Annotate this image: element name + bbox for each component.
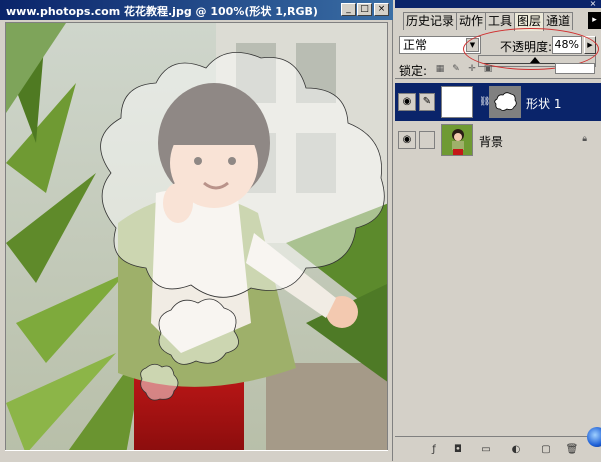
- brush-slot[interactable]: [419, 131, 435, 149]
- lock-move-icon[interactable]: ✛: [467, 64, 477, 74]
- tab-history[interactable]: 历史记录: [403, 12, 458, 30]
- lock-all-icon[interactable]: ▣: [483, 64, 493, 74]
- tab-tools[interactable]: 工具: [485, 12, 516, 30]
- add-mask-icon[interactable]: ◘: [451, 443, 465, 457]
- maximize-button[interactable]: □: [357, 3, 372, 16]
- eye-icon[interactable]: ◉: [398, 93, 416, 111]
- layer-thumbnail: [441, 86, 473, 118]
- adjustment-layer-icon[interactable]: ◐: [509, 443, 523, 457]
- lock-label: 锁定:: [399, 64, 428, 78]
- palette-tabs: 历史记录 动作 工具 图层 通道: [403, 12, 574, 31]
- layers-palette: × 历史记录 动作 工具 图层 通道 ▸ 正常 ▼ 不透明度: 48% ▶ 锁定…: [395, 0, 601, 462]
- new-layer-icon[interactable]: ▢: [539, 443, 553, 457]
- layer-row-shape[interactable]: ◉ ✎ ⛓ 形状 1: [395, 83, 601, 121]
- layer-thumbnail: [441, 124, 473, 156]
- eye-icon[interactable]: ◉: [398, 131, 416, 149]
- photo-thumbnail-icon: [442, 125, 472, 155]
- layer-row-background[interactable]: ◉ 背景 🔒︎: [395, 121, 601, 159]
- tab-channels[interactable]: 通道: [543, 12, 574, 30]
- photo-canvas: [6, 23, 387, 452]
- ground: [266, 363, 387, 452]
- document-titlebar[interactable]: www.photops.com 花花教程.jpg @ 100%(形状 1,RGB…: [0, 0, 393, 20]
- palette-titlebar[interactable]: ×: [395, 0, 601, 8]
- layer-name: 背景: [479, 135, 504, 149]
- palette-menu-arrow-icon[interactable]: ▸: [588, 12, 601, 29]
- cloud-mask-icon: [490, 87, 520, 117]
- layer-style-icon[interactable]: ƒ: [427, 443, 441, 457]
- lock-paint-icon[interactable]: ✎: [451, 64, 461, 74]
- lock-icon: 🔒︎: [582, 134, 587, 144]
- document-window: www.photops.com 花花教程.jpg @ 100%(形状 1,RGB…: [0, 0, 393, 462]
- trash-icon[interactable]: 🗑︎: [565, 443, 579, 457]
- minimize-button[interactable]: _: [341, 3, 356, 16]
- fill-field[interactable]: [555, 63, 595, 74]
- layers-footer: ƒ ◘ ▭ ◐ ▢ 🗑︎: [395, 427, 601, 462]
- blend-mode-value: 正常: [403, 38, 428, 52]
- horizontal-scrollbar[interactable]: [5, 450, 388, 462]
- tab-actions[interactable]: 动作: [456, 12, 487, 30]
- layers-list: ◉ ✎ ⛓ 形状 1 ◉ 背景 🔒︎: [395, 78, 601, 434]
- brush-icon[interactable]: ✎: [419, 93, 435, 111]
- layer-name: 形状 1: [526, 97, 562, 111]
- palette-close-icon[interactable]: ×: [588, 0, 598, 8]
- link-chain-icon[interactable]: ⛓: [479, 93, 490, 111]
- lock-transparency-icon[interactable]: ▦: [435, 64, 445, 74]
- orb-icon: [587, 427, 601, 447]
- close-button[interactable]: ×: [374, 3, 389, 16]
- image-canvas[interactable]: [5, 22, 388, 453]
- vector-mask-thumbnail[interactable]: [489, 86, 521, 118]
- new-group-icon[interactable]: ▭: [479, 443, 493, 457]
- document-title: www.photops.com 花花教程.jpg @ 100%(形状 1,RGB…: [6, 5, 318, 18]
